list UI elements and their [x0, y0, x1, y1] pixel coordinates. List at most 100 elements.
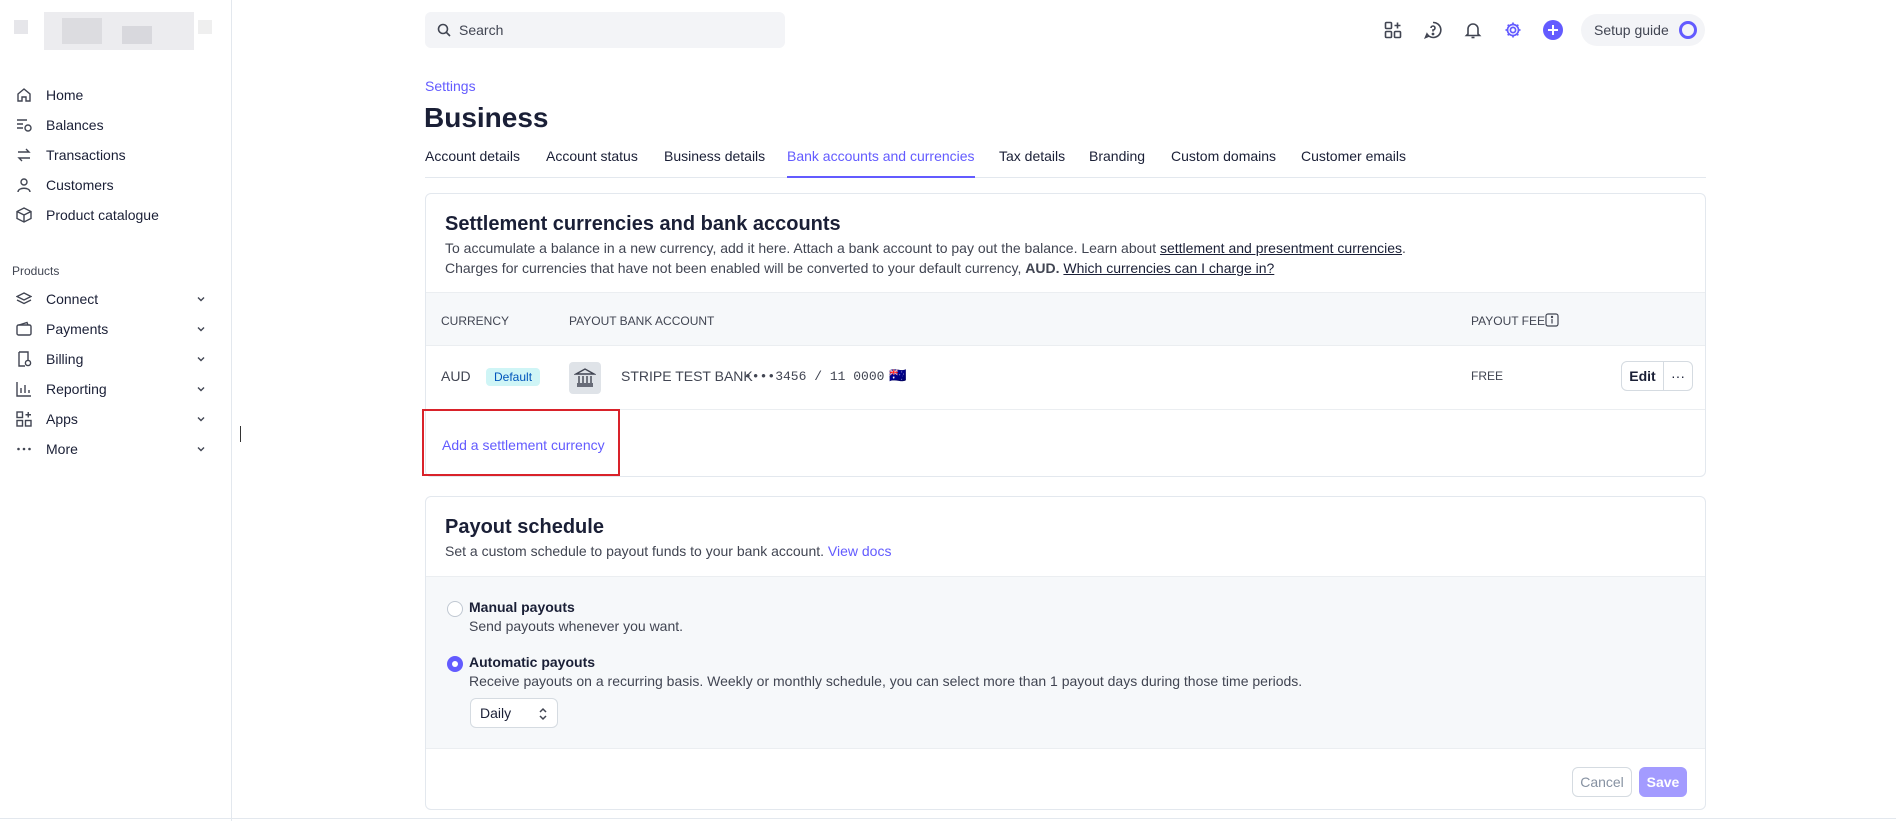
presentment-currencies-link[interactable]: settlement and presentment currencies — [1160, 240, 1402, 256]
sidebar: Home Balances Transactions Customers Pro… — [0, 0, 232, 821]
desc-text: Charges for currencies that have not bee… — [445, 260, 1026, 276]
column-payout-bank-account: PAYOUT BANK ACCOUNT — [569, 314, 715, 328]
sidebar-item-label: Customers — [46, 177, 114, 193]
search-input[interactable] — [459, 22, 759, 38]
desc-text: . — [1402, 240, 1406, 256]
main-nav: Home Balances Transactions Customers Pro… — [0, 80, 232, 230]
sidebar-item-connect[interactable]: Connect — [0, 284, 232, 314]
tab-customer-emails[interactable]: Customer emails — [1301, 148, 1406, 178]
table-row: AUD Default STRIPE TEST BANK ••••3456 / … — [426, 346, 1705, 410]
payout-schedule-title: Payout schedule — [445, 516, 604, 538]
sidebar-item-balances[interactable]: Balances — [0, 110, 232, 140]
sidebar-item-transactions[interactable]: Transactions — [0, 140, 232, 170]
payout-schedule-desc: Set a custom schedule to payout funds to… — [445, 541, 891, 561]
sidebar-item-label: Billing — [46, 351, 84, 367]
payments-icon — [14, 319, 34, 339]
breadcrumb[interactable]: Settings — [425, 78, 476, 94]
setup-guide-button[interactable]: Setup guide — [1581, 14, 1705, 46]
apps-grid-button[interactable] — [1373, 16, 1413, 44]
tab-account-details[interactable]: Account details — [425, 148, 520, 178]
sidebar-item-label: Home — [46, 87, 84, 103]
highlight-box — [422, 409, 620, 476]
payout-options: Manual payouts Send payouts whenever you… — [426, 576, 1705, 749]
cancel-button[interactable]: Cancel — [1572, 767, 1632, 797]
page-title: Business — [424, 102, 549, 133]
settings-button[interactable] — [1493, 16, 1533, 44]
sidebar-item-more[interactable]: More — [0, 434, 232, 464]
tab-business-details[interactable]: Business details — [664, 148, 765, 178]
manual-payouts-desc: Send payouts whenever you want. — [469, 618, 684, 634]
products-nav: Connect Payments Billing Reporting Apps … — [0, 284, 232, 464]
tab-branding[interactable]: Branding — [1089, 148, 1145, 178]
desc-text: To accumulate a balance in a new currenc… — [445, 240, 1160, 256]
chevron-down-icon — [197, 447, 205, 452]
tab-account-status[interactable]: Account status — [546, 148, 638, 178]
sidebar-item-product-catalogue[interactable]: Product catalogue — [0, 200, 232, 230]
sidebar-item-customers[interactable]: Customers — [0, 170, 232, 200]
automatic-payouts-radio[interactable] — [447, 656, 463, 672]
help-button[interactable] — [1413, 16, 1453, 44]
sidebar-item-label: Apps — [46, 411, 78, 427]
bell-icon — [1464, 23, 1482, 39]
settlement-desc-1: To accumulate a balance in a new currenc… — [445, 238, 1406, 258]
products-section-label: Products — [12, 264, 60, 278]
edit-button[interactable]: Edit — [1622, 362, 1664, 390]
tab-custom-domains[interactable]: Custom domains — [1171, 148, 1276, 178]
sidebar-item-label: Reporting — [46, 381, 107, 397]
column-payout-fee: PAYOUT FEE — [1471, 314, 1546, 328]
plus-circle-icon — [1543, 20, 1563, 40]
top-icons — [1373, 16, 1573, 44]
row-actions: Edit ··· — [1621, 361, 1693, 391]
settings-tabs: Account details Account status Business … — [425, 148, 1706, 178]
settlement-desc-2: Charges for currencies that have not bee… — [445, 258, 1274, 278]
search-icon — [437, 23, 451, 37]
which-currencies-link[interactable]: Which currencies can I charge in? — [1063, 260, 1274, 276]
balances-icon — [14, 115, 34, 135]
account-logo[interactable] — [12, 12, 212, 50]
billing-icon — [14, 349, 34, 369]
chevron-down-icon — [197, 387, 205, 392]
payout-frequency-value: Daily — [480, 705, 512, 721]
default-currency: AUD. — [1025, 260, 1060, 276]
view-docs-link[interactable]: View docs — [828, 543, 892, 559]
notifications-button[interactable] — [1453, 16, 1493, 44]
apps-grid-icon — [1384, 21, 1402, 39]
sidebar-item-billing[interactable]: Billing — [0, 344, 232, 374]
chevron-down-icon — [197, 357, 205, 362]
tab-bank-accounts-and-currencies[interactable]: Bank accounts and currencies — [787, 148, 975, 178]
product-catalogue-icon — [14, 205, 34, 225]
payout-frequency-select[interactable]: Daily — [470, 698, 558, 728]
more-actions-button[interactable]: ··· — [1664, 362, 1692, 390]
sidebar-item-label: Connect — [46, 291, 99, 307]
sidebar-item-apps[interactable]: Apps — [0, 404, 232, 434]
chevron-down-icon — [197, 417, 205, 422]
manual-payouts-label: Manual payouts — [469, 599, 575, 615]
bank-icon — [569, 362, 601, 394]
connect-icon — [14, 289, 34, 309]
progress-ring-icon — [1679, 21, 1697, 39]
setup-guide-label: Setup guide — [1594, 22, 1669, 38]
sidebar-item-home[interactable]: Home — [0, 80, 232, 110]
transactions-icon — [14, 145, 34, 165]
home-icon — [14, 85, 34, 105]
chevron-down-icon — [197, 297, 205, 302]
select-chevron-icon — [539, 707, 547, 721]
settlement-title: Settlement currencies and bank accounts — [445, 213, 841, 235]
bank-name: STRIPE TEST BANK — [621, 368, 753, 384]
column-currency: CURRENCY — [441, 314, 510, 328]
sidebar-item-label: Transactions — [46, 147, 126, 163]
automatic-payouts-desc: Receive payouts on a recurring basis. We… — [469, 673, 1303, 689]
search-bar[interactable] — [425, 12, 785, 48]
save-button[interactable]: Save — [1639, 767, 1687, 797]
manual-payouts-radio[interactable] — [447, 601, 463, 617]
sidebar-item-reporting[interactable]: Reporting — [0, 374, 232, 404]
reporting-icon — [14, 379, 34, 399]
create-button[interactable] — [1533, 16, 1573, 44]
tab-tax-details[interactable]: Tax details — [999, 148, 1065, 178]
automatic-payouts-label: Automatic payouts — [469, 654, 596, 670]
info-icon[interactable] — [1545, 313, 1559, 327]
payout-fee-value: FREE — [1471, 369, 1504, 383]
sidebar-item-payments[interactable]: Payments — [0, 314, 232, 344]
gear-icon — [1505, 22, 1521, 38]
sidebar-item-label: Product catalogue — [46, 207, 159, 223]
